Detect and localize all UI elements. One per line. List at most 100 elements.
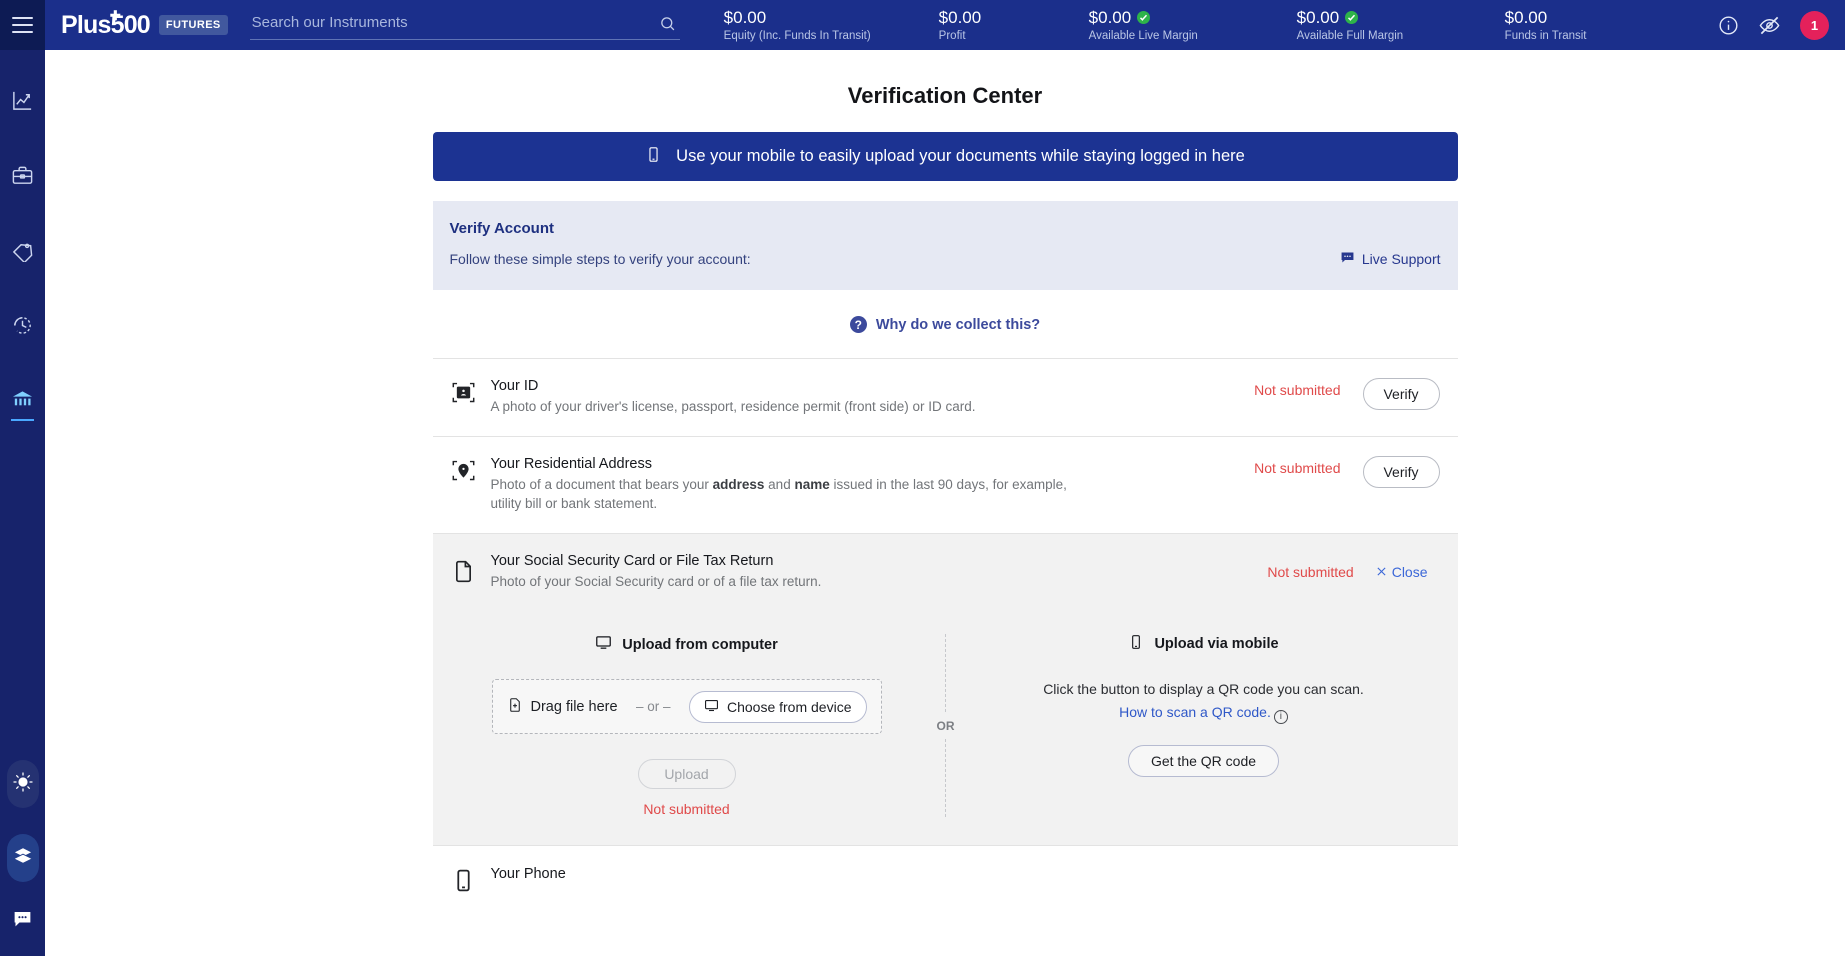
- verify-card-subtitle: Follow these simple steps to verify your…: [449, 251, 751, 267]
- top-bar: ✚ Plus500 FUTURES $0.00 Equity (Inc. Fun…: [0, 0, 1845, 50]
- choose-from-device-label: Choose from device: [726, 698, 852, 715]
- upload-mobile-heading: Upload via mobile: [1128, 634, 1279, 654]
- phone-icon: [451, 866, 491, 893]
- brand-label: Plus500: [61, 10, 151, 39]
- sidebar-item-orders[interactable]: [0, 230, 45, 275]
- or-label: OR: [931, 712, 960, 739]
- why-collect-label: Why do we collect this?: [875, 316, 1041, 333]
- close-button[interactable]: Close: [1376, 564, 1428, 580]
- plus-glyph-icon: ✚: [109, 7, 121, 23]
- document-icon: [451, 559, 491, 584]
- search-icon[interactable]: [659, 15, 680, 32]
- stat-value: $0.00: [1504, 8, 1548, 28]
- stat-label: Available Live Margin: [1088, 29, 1198, 42]
- tag-icon: [11, 239, 34, 267]
- search-bar[interactable]: [249, 8, 680, 40]
- desc-part: and: [764, 476, 795, 492]
- verification-page: Verification Center Use your mobile to e…: [432, 50, 1458, 956]
- document-row-address: Your Residential Address Photo of a docu…: [432, 435, 1458, 533]
- search-input[interactable]: [249, 14, 659, 33]
- desc-part: Photo of a document that bears your: [490, 476, 713, 492]
- upload-via-mobile-section: Upload via mobile Click the button to di…: [950, 634, 1458, 817]
- info-icon[interactable]: i: [1273, 709, 1288, 724]
- verify-button[interactable]: Verify: [1362, 378, 1440, 410]
- stat-equity: $0.00 Equity (Inc. Funds In Transit): [724, 8, 939, 42]
- mobile-banner-text: Use your mobile to easily upload your do…: [676, 147, 1245, 165]
- document-name: Your Social Security Card or File Tax Re…: [490, 552, 774, 569]
- stat-available-full-margin: $0.00 Available Full Margin: [1297, 8, 1505, 42]
- stat-value: $0.00: [723, 8, 767, 28]
- mobile-phone-icon: [645, 146, 662, 168]
- drag-file-label: Drag file here: [530, 698, 618, 715]
- sidebar-item-trade[interactable]: [0, 80, 45, 125]
- status-badge: Not submitted: [1267, 563, 1354, 580]
- upload-computer-label: Upload from computer: [622, 636, 778, 653]
- account-stats: $0.00 Equity (Inc. Funds In Transit) $0.…: [680, 0, 1688, 50]
- stat-available-live-margin: $0.00 Available Live Margin: [1089, 8, 1297, 42]
- futures-badge: FUTURES: [158, 15, 228, 35]
- app-shell: Verification Center Use your mobile to e…: [0, 50, 1845, 956]
- eye-off-icon[interactable]: [1758, 14, 1781, 37]
- mobile-upload-banner[interactable]: Use your mobile to easily upload your do…: [432, 132, 1458, 181]
- monitor-icon: [595, 634, 612, 655]
- document-name: Your ID: [490, 378, 539, 394]
- page-title: Verification Center: [847, 83, 1043, 108]
- avatar[interactable]: 1: [1800, 10, 1829, 40]
- stat-label: Profit: [938, 29, 966, 42]
- stat-value: $0.00: [1088, 8, 1132, 28]
- upload-panel: Upload from computer Drag file here – or…: [432, 610, 1458, 846]
- why-collect-link[interactable]: ? Why do we collect this?: [433, 290, 1458, 358]
- how-to-scan-link[interactable]: How to scan a QR code.: [1119, 704, 1271, 720]
- menu-toggle-button[interactable]: [0, 0, 45, 50]
- status-badge: Not submitted: [1254, 382, 1341, 398]
- info-icon[interactable]: [1718, 15, 1739, 36]
- brand-logo[interactable]: ✚ Plus500 FUTURES: [45, 0, 238, 50]
- upload-from-computer-section: Upload from computer Drag file here – or…: [433, 634, 941, 817]
- document-name: Your Residential Address: [490, 455, 652, 472]
- stat-label: Available Full Margin: [1296, 29, 1404, 42]
- drag-or-label: – or –: [636, 699, 671, 715]
- mobile-phone-icon: [1128, 634, 1144, 654]
- monitor-icon: [704, 698, 719, 716]
- sidebar-item-history[interactable]: [0, 305, 45, 350]
- stat-value: $0.00: [938, 8, 982, 28]
- theme-toggle-button[interactable]: [6, 760, 39, 808]
- get-qr-code-button[interactable]: Get the QR code: [1127, 744, 1280, 777]
- verify-account-card: Verify Account Follow these simple steps…: [432, 201, 1458, 290]
- chat-button[interactable]: [12, 908, 33, 934]
- document-description: Photo of a document that bears your addr…: [491, 475, 1091, 514]
- sidebar-item-portfolio[interactable]: [0, 155, 45, 200]
- clock-history-icon: [11, 314, 34, 342]
- desc-part-bold: name: [794, 476, 830, 492]
- stat-profit: $0.00 Profit: [939, 8, 1089, 42]
- live-support-link[interactable]: Live Support: [1340, 220, 1441, 268]
- upload-mobile-note: Click the button to display a QR code yo…: [1043, 678, 1364, 724]
- document-info: Your Residential Address Photo of a docu…: [491, 456, 1255, 514]
- chart-line-icon: [11, 89, 34, 117]
- or-divider: OR: [931, 634, 960, 818]
- verify-button[interactable]: Verify: [1362, 455, 1440, 488]
- close-label: Close: [1391, 563, 1428, 580]
- hamburger-icon: [12, 17, 33, 33]
- main-content: Verification Center Use your mobile to e…: [45, 50, 1845, 956]
- sidebar-item-funds[interactable]: [0, 380, 45, 425]
- document-info: Your Social Security Card or File Tax Re…: [491, 553, 1268, 592]
- stat-value: $0.00: [1296, 8, 1340, 28]
- upload-mobile-label: Upload via mobile: [1154, 636, 1279, 653]
- stat-funds-in-transit: $0.00 Funds in Transit: [1505, 8, 1587, 42]
- status-badge: Not submitted: [1254, 459, 1341, 476]
- upload-button[interactable]: Upload: [637, 759, 736, 790]
- briefcase-icon: [11, 164, 34, 192]
- choose-from-device-button[interactable]: Choose from device: [688, 690, 867, 723]
- file-dropzone[interactable]: Drag file here – or – Choose from device: [491, 679, 882, 735]
- upload-computer-heading: Upload from computer: [595, 634, 778, 655]
- stat-label: Funds in Transit: [1504, 29, 1587, 42]
- drag-file-label-group: Drag file here: [507, 697, 618, 717]
- top-bar-actions: 1: [1688, 0, 1845, 50]
- chat-bubble-icon: [12, 908, 33, 934]
- layers-button[interactable]: [6, 834, 39, 882]
- document-row-social-security: Your Social Security Card or File Tax Re…: [432, 532, 1458, 611]
- verify-card-title: Verify Account: [449, 220, 554, 237]
- verified-check-icon: [1345, 11, 1359, 25]
- layers-icon: [12, 845, 34, 872]
